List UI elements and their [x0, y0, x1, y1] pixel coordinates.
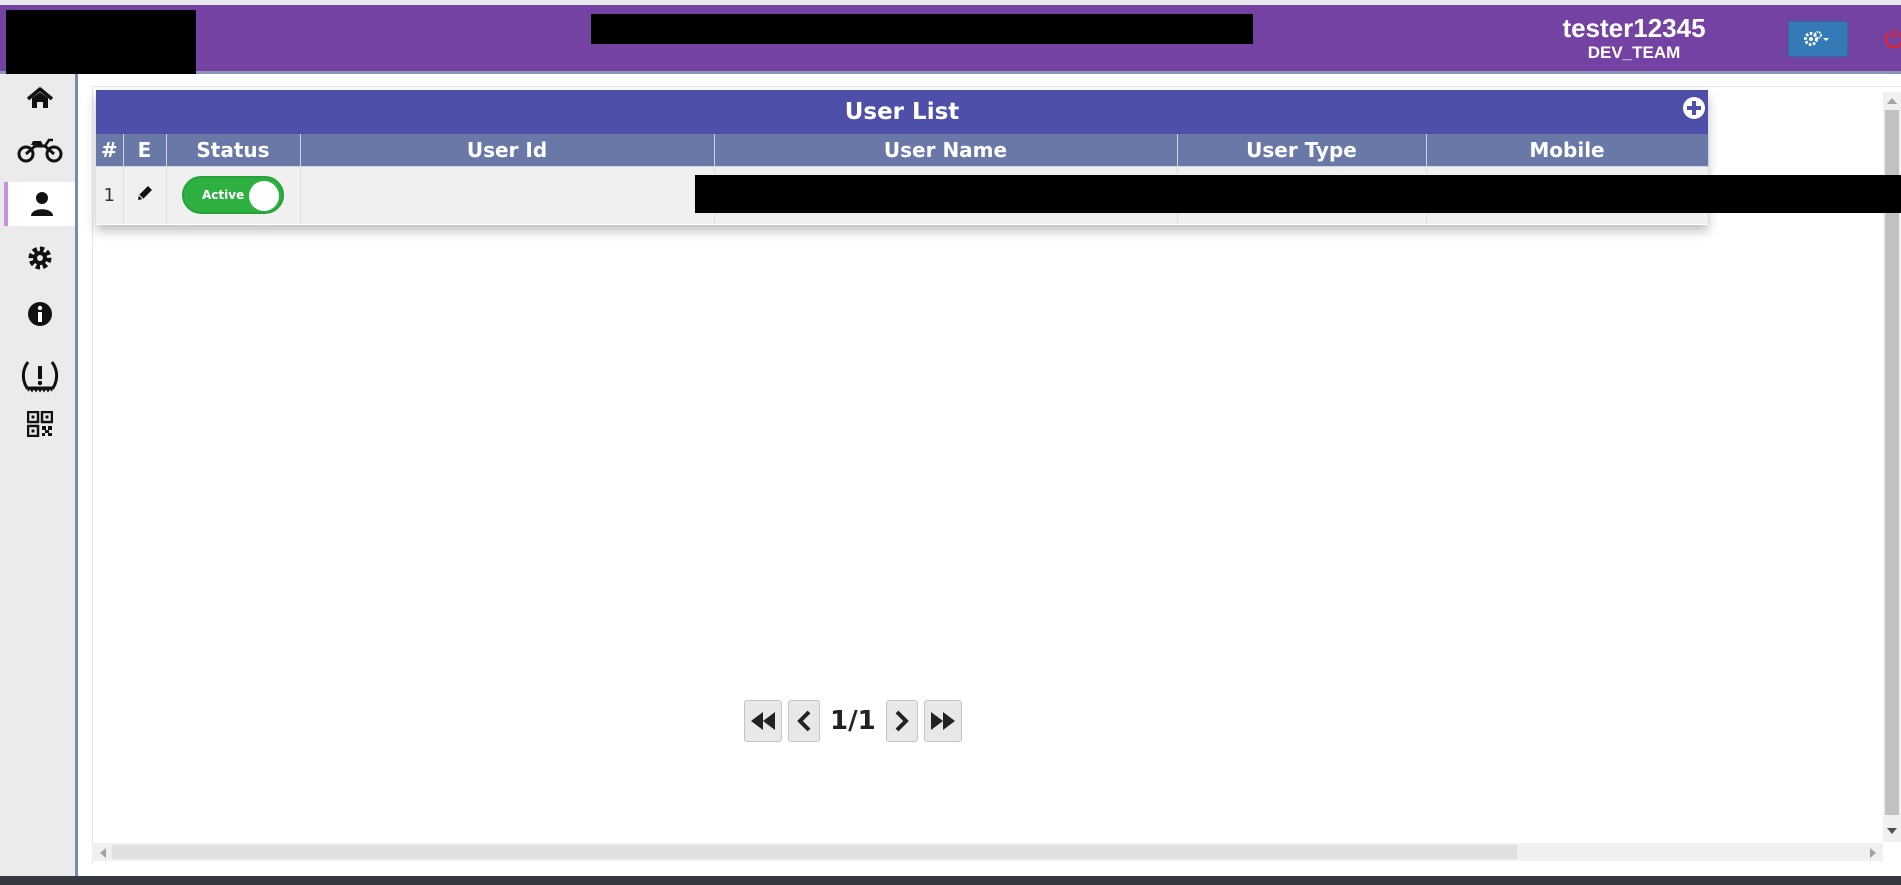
column-header-mobile[interactable]: Mobile [1426, 134, 1709, 167]
chevron-left-icon [797, 710, 811, 732]
tire-pressure-alert-icon [21, 361, 58, 393]
table-row: 1 Active [96, 166, 1901, 224]
prev-page-button[interactable] [788, 700, 820, 742]
scroll-up-icon[interactable] [1886, 96, 1898, 106]
user-team: DEV_TEAM [1587, 43, 1681, 62]
power-icon[interactable] [1882, 27, 1901, 51]
sidebar-item-qr[interactable] [4, 402, 75, 446]
double-chevron-left-icon [751, 712, 775, 730]
top-header: tester12345 DEV_TEAM [0, 0, 1901, 74]
toggle-knob [249, 181, 279, 212]
column-header-edit[interactable]: E [123, 134, 167, 167]
sidebar-item-settings[interactable] [4, 236, 75, 280]
user-id-cell [300, 166, 1901, 224]
title-redacted [591, 14, 1253, 44]
status-cell: Active [166, 166, 301, 224]
app-root: tester12345 DEV_TEAM User List # E Statu… [0, 0, 1901, 885]
first-page-button[interactable] [744, 700, 782, 742]
user-table: # E Status User Id User Name User Type M… [96, 134, 1901, 224]
motorcycle-icon [17, 138, 62, 163]
sidebar-item-vehicles[interactable] [4, 128, 75, 172]
scroll-left-icon[interactable] [98, 847, 108, 859]
edit-cell [123, 166, 167, 224]
main-content: User List # E Status User Id User Name U… [92, 86, 1901, 864]
cogs-icon [1804, 31, 1829, 46]
scroll-right-icon[interactable] [1868, 847, 1878, 859]
bottom-bar [0, 876, 1901, 885]
user-name: tester12345 [1562, 13, 1706, 43]
home-icon [26, 87, 53, 108]
panel-title-text: User List [844, 99, 960, 125]
sidebar-item-tire-alert[interactable] [4, 354, 75, 398]
column-header-user-type[interactable]: User Type [1177, 134, 1427, 167]
next-page-button[interactable] [885, 700, 918, 742]
last-page-button[interactable] [923, 700, 962, 742]
row-index: 1 [96, 166, 124, 224]
column-header-index[interactable]: # [96, 134, 124, 167]
sidebar [0, 74, 78, 876]
qr-code-icon [26, 411, 53, 437]
settings-dropdown-button[interactable] [1788, 21, 1848, 57]
add-user-icon[interactable] [1682, 96, 1706, 120]
user-list-panel: User List # E Status User Id User Name U… [96, 90, 1901, 225]
sidebar-item-info[interactable] [4, 292, 75, 336]
column-header-user-id[interactable]: User Id [300, 134, 715, 167]
status-toggle[interactable]: Active [182, 176, 284, 215]
column-header-user-name[interactable]: User Name [714, 134, 1178, 167]
panel-title: User List [96, 90, 1708, 134]
user-icon [30, 192, 53, 216]
user-info: tester12345 DEV_TEAM [1500, 13, 1768, 63]
sidebar-item-users[interactable] [4, 182, 75, 226]
chevron-right-icon [895, 710, 909, 732]
column-header-status[interactable]: Status [166, 134, 301, 167]
table-header-row: # E Status User Id User Name User Type M… [96, 134, 1709, 167]
logo-redacted [6, 10, 196, 74]
scroll-down-icon[interactable] [1886, 826, 1898, 836]
sidebar-item-home[interactable] [4, 76, 75, 120]
pagination: 1/1 [744, 700, 962, 742]
horizontal-scroll-thumb[interactable] [112, 845, 1517, 859]
row-redacted [694, 174, 1901, 213]
pencil-icon[interactable] [136, 184, 154, 202]
double-chevron-right-icon [930, 712, 955, 730]
page-indicator: 1/1 [830, 706, 876, 736]
status-toggle-label: Active [202, 188, 245, 203]
info-icon [27, 302, 52, 326]
gear-icon [28, 246, 51, 270]
vertical-scroll-thumb[interactable] [1885, 110, 1899, 815]
